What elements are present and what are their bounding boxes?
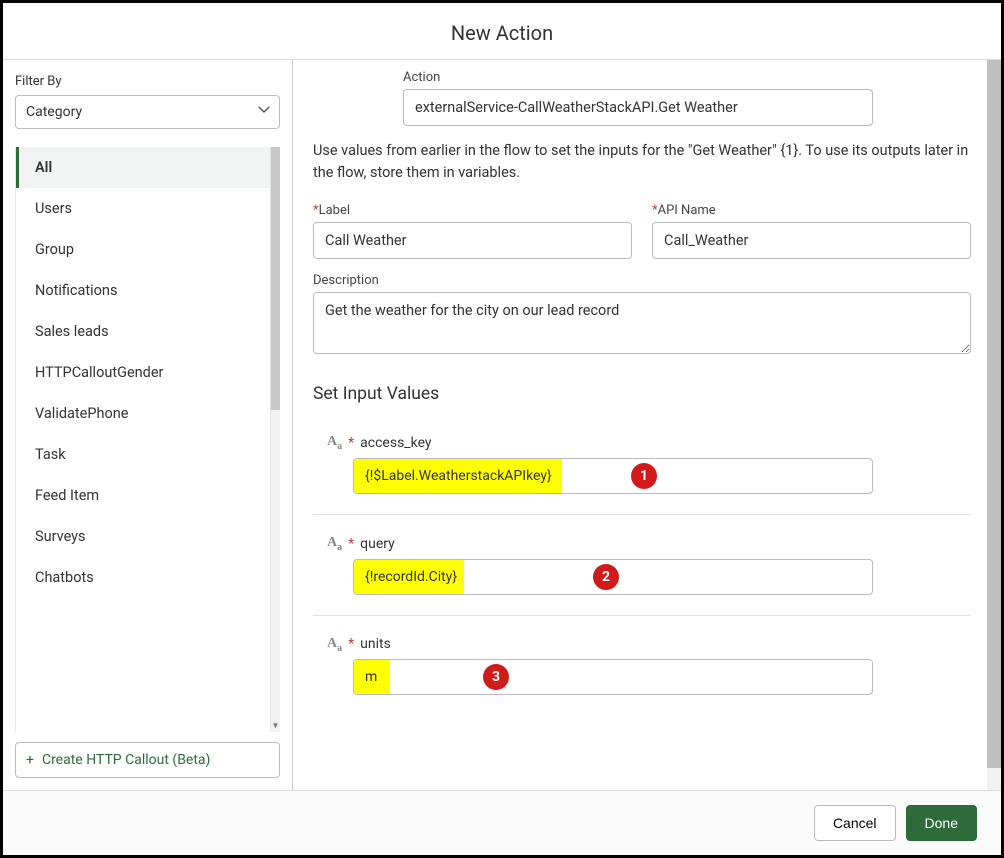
set-input-values-heading: Set Input Values xyxy=(313,384,971,404)
action-input[interactable] xyxy=(403,89,873,126)
create-http-callout-button[interactable]: + Create HTTP Callout (Beta) xyxy=(15,742,280,778)
input-access_key[interactable] xyxy=(353,458,873,494)
sidebar-item-users[interactable]: Users xyxy=(16,188,280,229)
dialog-title: New Action xyxy=(3,3,1001,59)
dialog-footer: Cancel Done xyxy=(3,790,1001,855)
label-field-label: *Label xyxy=(313,203,632,218)
input-row-access_key: Aa*access_key{!$Label.WeatherstackAPIkey… xyxy=(313,422,971,515)
input-param-label: query xyxy=(360,536,395,552)
chevron-down-icon: ▼ xyxy=(272,721,280,730)
sidebar-item-notifications[interactable]: Notifications xyxy=(16,270,280,311)
sidebar-item-sales-leads[interactable]: Sales leads xyxy=(16,311,280,352)
help-text: Use values from earlier in the flow to s… xyxy=(313,140,971,185)
sidebar-item-validatephone[interactable]: ValidatePhone xyxy=(16,393,280,434)
dialog-body: Filter By Category ▼ AllUsersGroupNotifi… xyxy=(3,59,1001,790)
input-query[interactable] xyxy=(353,559,873,595)
text-type-icon: Aa xyxy=(327,636,342,654)
action-label: Action xyxy=(403,70,873,85)
scrollbar-thumb[interactable] xyxy=(271,147,280,410)
apiname-input[interactable] xyxy=(652,222,971,259)
category-select[interactable]: Category xyxy=(15,95,280,129)
text-type-icon: Aa xyxy=(327,434,342,452)
sidebar-item-all[interactable]: All xyxy=(16,147,280,188)
input-row-units: Aa*unitsm3 xyxy=(313,624,971,716)
input-param-label: access_key xyxy=(360,435,431,451)
input-row-query: Aa*query{!recordId.City}2 xyxy=(313,523,971,616)
sidebar-item-group[interactable]: Group xyxy=(16,229,280,270)
scrollbar[interactable] xyxy=(987,60,1001,790)
sidebar-item-chatbots[interactable]: Chatbots xyxy=(16,557,280,598)
main-panel: Action Use values from earlier in the fl… xyxy=(293,60,1001,790)
apiname-field-label: *API Name xyxy=(652,203,971,218)
input-param-label: units xyxy=(360,636,391,652)
category-list: ▼ AllUsersGroupNotificationsSales leadsH… xyxy=(15,147,280,732)
done-button[interactable]: Done xyxy=(906,805,977,841)
create-callout-label: Create HTTP Callout (Beta) xyxy=(42,752,210,768)
plus-icon: + xyxy=(26,752,34,768)
label-input[interactable] xyxy=(313,222,632,259)
sidebar-item-surveys[interactable]: Surveys xyxy=(16,516,280,557)
input-units[interactable] xyxy=(353,659,873,695)
text-type-icon: Aa xyxy=(327,535,342,553)
sidebar: Filter By Category ▼ AllUsersGroupNotifi… xyxy=(3,60,293,790)
sidebar-item-httpcalloutgender[interactable]: HTTPCalloutGender xyxy=(16,352,280,393)
filter-by-label: Filter By xyxy=(15,74,280,89)
description-label: Description xyxy=(313,273,971,288)
description-input[interactable] xyxy=(313,292,971,354)
scrollbar-thumb[interactable] xyxy=(987,60,1001,768)
cancel-button[interactable]: Cancel xyxy=(814,805,896,841)
sidebar-item-task[interactable]: Task xyxy=(16,434,280,475)
sidebar-item-feed-item[interactable]: Feed Item xyxy=(16,475,280,516)
scrollbar[interactable]: ▼ xyxy=(270,147,280,732)
